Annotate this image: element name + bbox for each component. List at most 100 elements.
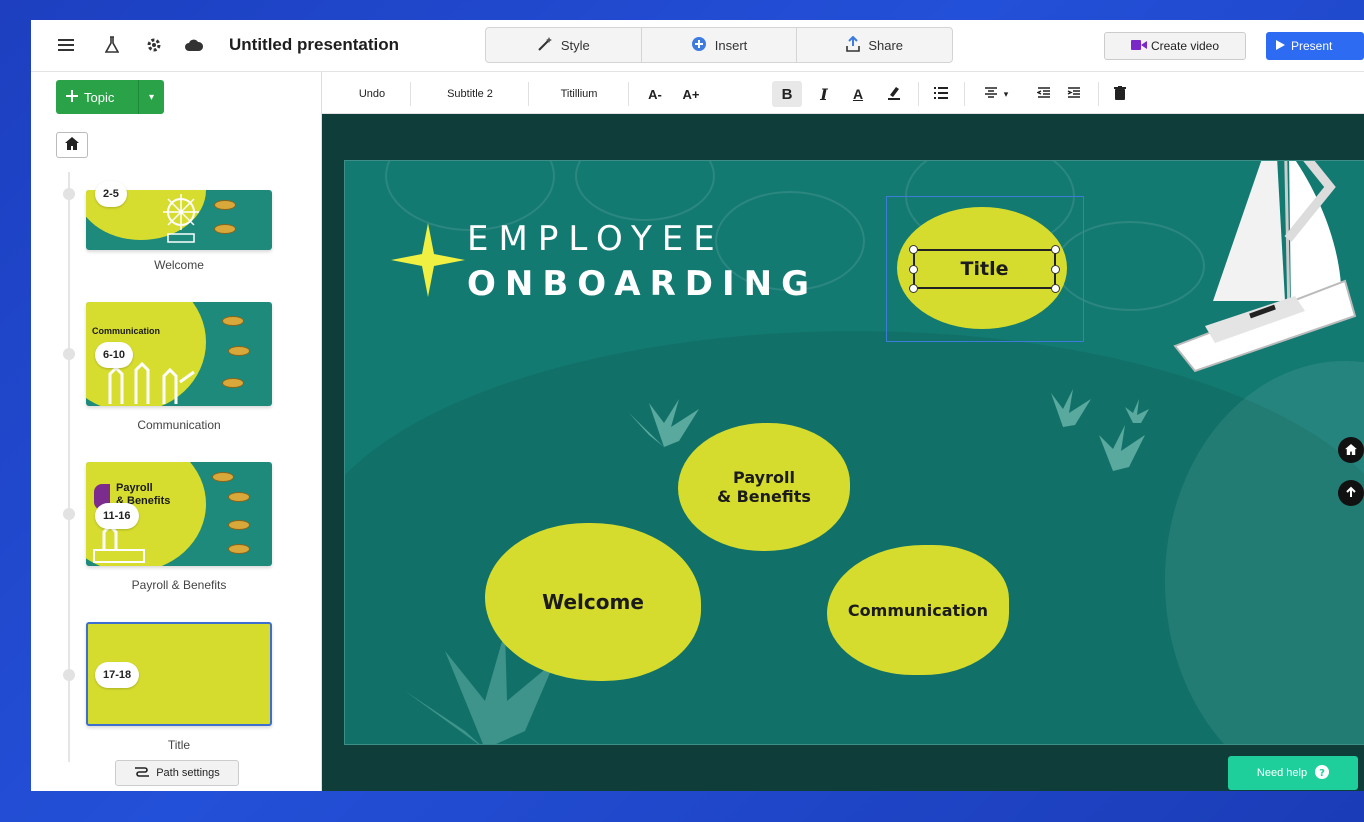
thumb-pill [212, 472, 234, 482]
present-label: Present [1291, 39, 1333, 53]
thumb-title: Communication [92, 326, 161, 336]
thumb-pill [214, 200, 236, 210]
editor-canvas[interactable]: EMPLOYEE ONBOARDING Title Payroll & Bene… [322, 114, 1364, 791]
thumb-pill [214, 224, 236, 234]
toolbar-separator [628, 82, 629, 106]
back-arrow-icon [1345, 486, 1357, 501]
toolbar-separator [964, 82, 965, 106]
timeline-dot [63, 348, 75, 360]
create-video-label: Create video [1150, 39, 1220, 53]
toolbar-separator [918, 82, 919, 106]
resize-handle[interactable] [1051, 284, 1060, 293]
lotus-flower-illustration [1051, 389, 1149, 471]
resize-handle[interactable] [909, 265, 918, 274]
title-text[interactable]: Title [961, 258, 1009, 280]
highlight-button[interactable] [880, 81, 908, 107]
overview-home-button[interactable] [56, 132, 88, 158]
topics-sidebar: Topic ▾ 2-5 Welcome Communication 6-10 C… [31, 72, 322, 791]
home-nav-button[interactable] [1338, 437, 1364, 463]
undo-button[interactable]: Undo [342, 81, 402, 107]
ship-wheel-illustration [163, 194, 199, 243]
gear-icon[interactable] [143, 34, 165, 56]
app-window: Untitled presentation Style Insert Share [31, 20, 1364, 791]
next-arrow-icon[interactable] [1280, 160, 1340, 251]
add-topic-button[interactable]: Topic ▾ [56, 80, 164, 114]
italic-button[interactable]: I [810, 81, 838, 107]
presentation-title[interactable]: Untitled presentation [229, 35, 399, 55]
insert-button[interactable]: Insert [642, 28, 798, 62]
path-settings-label: Path settings [156, 767, 220, 779]
style-label: Style [560, 37, 590, 53]
indent-button[interactable] [1060, 81, 1088, 107]
format-toolbar: Undo Subtitle 2 Titillium A- A+ B I A ▾ [322, 72, 1364, 114]
topic-range-badge: 17-18 [95, 662, 140, 688]
font-select[interactable]: Titillium [536, 81, 622, 107]
thumb-pill [228, 492, 250, 502]
indent-icon [1067, 86, 1081, 102]
bench-illustration [93, 524, 145, 563]
plus-icon [66, 89, 78, 105]
share-button[interactable]: Share [797, 28, 952, 62]
bold-button[interactable]: B [772, 81, 802, 107]
communication-bubble[interactable]: Communication [827, 545, 1009, 675]
text-color-button[interactable]: A [844, 81, 872, 107]
path-icon [134, 765, 150, 782]
magic-wand-icon [537, 36, 553, 55]
highlighter-icon [886, 85, 902, 104]
title-text-box[interactable]: Title [913, 249, 1056, 289]
play-icon [1276, 39, 1285, 53]
upload-icon [846, 35, 861, 55]
list-icon [933, 86, 949, 103]
timeline-dot [63, 188, 75, 200]
chevron-down-icon: ▾ [1003, 88, 1009, 99]
thumb-pill [228, 346, 250, 356]
menu-icon[interactable] [55, 34, 77, 56]
resize-handle[interactable] [1051, 265, 1060, 274]
thumb-pill [222, 316, 244, 326]
topic-label-communication: Communication [137, 418, 221, 432]
outdent-button[interactable] [1030, 81, 1058, 107]
main-toolbar: Style Insert Share [485, 27, 953, 63]
plus-circle-icon [691, 36, 707, 55]
home-icon [65, 137, 79, 153]
topic-range-badge: 11-16 [95, 503, 139, 529]
topic-button-main[interactable]: Topic [56, 89, 138, 105]
payroll-bubble[interactable]: Payroll & Benefits [678, 423, 850, 551]
increase-font-button[interactable]: A+ [674, 81, 708, 107]
path-settings-button[interactable]: Path settings [115, 760, 239, 786]
topic-range-badge: 6-10 [95, 342, 134, 368]
thumb-pill [222, 378, 244, 388]
style-button[interactable]: Style [486, 28, 642, 62]
resize-handle[interactable] [909, 284, 918, 293]
toolbar-separator [528, 82, 529, 106]
topic-label-title: Title [167, 738, 191, 752]
toolbar-separator [1098, 82, 1099, 106]
trash-icon [1114, 85, 1126, 103]
slide-overview[interactable]: EMPLOYEE ONBOARDING Title Payroll & Bene… [344, 160, 1364, 745]
text-style-select[interactable]: Subtitle 2 [418, 81, 522, 107]
create-video-button[interactable]: Create video [1104, 32, 1246, 60]
delete-button[interactable] [1106, 81, 1134, 107]
toolbar-separator [410, 82, 411, 106]
payroll-line-2: & Benefits [717, 487, 811, 506]
lotus-flower-illustration [629, 399, 699, 447]
topic-label: Topic [84, 89, 115, 105]
back-nav-button[interactable] [1338, 480, 1364, 506]
outdent-icon [1036, 86, 1051, 102]
need-help-button[interactable]: Need help ? [1228, 756, 1358, 790]
resize-handle[interactable] [909, 245, 918, 254]
align-dropdown[interactable]: ▾ [972, 81, 1020, 107]
bullet-list-button[interactable] [926, 81, 956, 107]
top-bar: Untitled presentation Style Insert Share [31, 20, 1364, 72]
topic-dropdown-button[interactable]: ▾ [138, 80, 164, 114]
cloud-icon[interactable] [183, 34, 205, 56]
svg-text:?: ? [1319, 768, 1325, 779]
decrease-font-button[interactable]: A- [638, 81, 672, 107]
thumb-pill [228, 520, 250, 530]
present-button[interactable]: Present [1266, 32, 1364, 60]
thumb-pill [228, 544, 250, 554]
resize-handle[interactable] [1051, 245, 1060, 254]
flask-icon[interactable] [101, 34, 123, 56]
home-icon [1345, 443, 1357, 458]
align-center-icon [984, 86, 998, 102]
